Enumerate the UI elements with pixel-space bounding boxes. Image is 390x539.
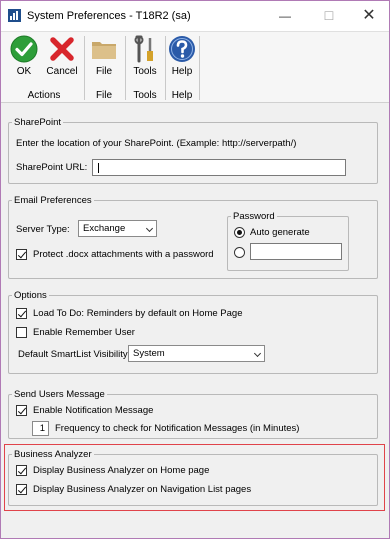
check-circle-icon: [10, 35, 38, 63]
protect-docx-checkbox[interactable]: [16, 249, 27, 260]
load-todo-checkbox[interactable]: [16, 308, 27, 319]
frequency-label: Frequency to check for Notification Mess…: [55, 423, 300, 434]
auto-generate-radio[interactable]: [234, 227, 245, 238]
custom-password-radio[interactable]: [234, 247, 245, 258]
enable-notification-label: Enable Notification Message: [33, 405, 154, 416]
title-bar: System Preferences - T18R2 (sa) — ☐ ✕: [1, 1, 389, 31]
ribbon-separator: [165, 36, 166, 100]
enable-notification-checkbox[interactable]: [16, 405, 27, 416]
x-icon: [50, 37, 74, 61]
sharepoint-url-input[interactable]: [92, 159, 346, 176]
window-title: System Preferences - T18R2 (sa): [27, 10, 191, 22]
smartlist-visibility-value: System: [133, 348, 165, 359]
minimize-button[interactable]: —: [263, 1, 307, 31]
help-menu-button[interactable]: Help: [167, 34, 197, 77]
actions-group-label: Actions: [27, 90, 61, 101]
send-users-message-legend: Send Users Message: [14, 389, 105, 400]
maximize-button[interactable]: ☐: [307, 1, 351, 31]
ribbon-separator: [84, 36, 85, 100]
chevron-down-icon: [145, 224, 154, 233]
password-group: Password: [227, 211, 349, 271]
server-type-value: Exchange: [83, 223, 126, 234]
app-icon: [8, 9, 21, 22]
ribbon-separator: [125, 36, 126, 100]
system-preferences-window: System Preferences - T18R2 (sa) — ☐ ✕ OK…: [0, 0, 390, 539]
remember-user-checkbox[interactable]: [16, 327, 27, 338]
frequency-value: 1: [39, 423, 45, 434]
folder-icon: [92, 42, 116, 59]
preferences-content: SharePoint Enter the location of your Sh…: [1, 103, 389, 538]
chevron-down-icon: [253, 349, 262, 358]
remember-user-label: Enable Remember User: [33, 327, 135, 338]
ok-label: OK: [16, 66, 32, 77]
tools-group-label: Tools: [133, 90, 157, 101]
password-legend: Password: [233, 211, 275, 222]
close-button[interactable]: ✕: [347, 1, 390, 31]
email-preferences-legend: Email Preferences: [14, 195, 92, 206]
ribbon-separator: [199, 36, 200, 100]
auto-generate-label: Auto generate: [250, 227, 310, 238]
text-caret: [98, 163, 99, 173]
business-analyzer-highlight: [4, 444, 385, 511]
file-label: File: [95, 66, 113, 77]
sharepoint-legend: SharePoint: [14, 117, 62, 128]
cancel-button[interactable]: Cancel: [43, 34, 81, 77]
server-type-label: Server Type:: [16, 224, 70, 235]
tools-menu-button[interactable]: Tools: [128, 34, 162, 77]
protect-docx-label: Protect .docx attachments with a passwor…: [33, 249, 214, 260]
help-question-icon: [169, 36, 195, 62]
ok-button[interactable]: OK: [7, 34, 41, 77]
smartlist-visibility-select[interactable]: System: [128, 345, 265, 362]
sharepoint-instruction: Enter the location of your SharePoint. (…: [16, 138, 297, 149]
file-menu-button[interactable]: File: [87, 34, 121, 77]
load-todo-label: Load To Do: Reminders by default on Home…: [33, 308, 243, 319]
file-group-label: File: [95, 90, 113, 101]
help-label: Help: [171, 66, 193, 77]
sharepoint-url-label: SharePoint URL:: [16, 162, 88, 173]
tools-label: Tools: [133, 66, 157, 77]
server-type-select[interactable]: Exchange: [78, 220, 157, 237]
frequency-input[interactable]: 1: [32, 421, 49, 436]
smartlist-visibility-label: Default SmartList Visibility:: [18, 349, 131, 360]
help-group-label: Help: [171, 90, 193, 101]
cancel-label: Cancel: [46, 66, 78, 77]
custom-password-input[interactable]: [250, 243, 342, 260]
options-legend: Options: [14, 290, 47, 301]
ribbon-toolbar: OK Cancel Actions File File Tools Tools …: [1, 31, 389, 103]
tools-icon: [134, 35, 153, 63]
